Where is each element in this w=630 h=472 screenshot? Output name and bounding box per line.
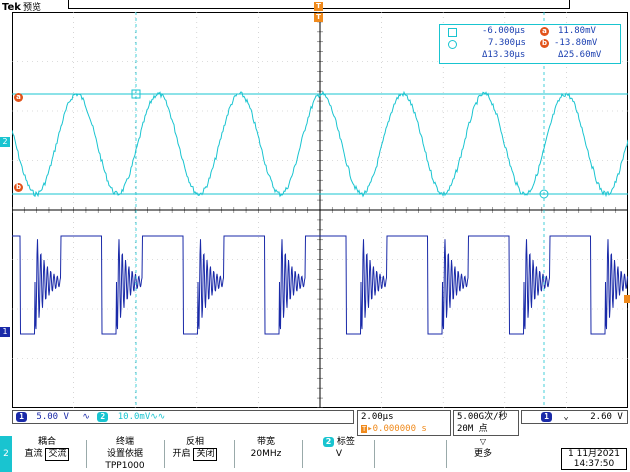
cursor-delta-time: Δ13.30µs xyxy=(482,50,526,60)
trigger-time-marker[interactable]: T xyxy=(314,13,323,22)
trigger-level: 2.60 V xyxy=(590,412,623,422)
menu-divider xyxy=(446,440,447,468)
channel-scale-readout[interactable]: 1 5.00 V ∿ 2 10.0mV∿∿ xyxy=(12,410,354,424)
ch1-ground-marker[interactable]: 1 xyxy=(0,327,10,337)
more-menu-button[interactable]: ▽ 更多 xyxy=(448,436,518,472)
ch1-badge: 1 xyxy=(16,411,27,422)
termination-title: 终端 xyxy=(115,437,134,447)
sample-rate: 5.00G次/秒 xyxy=(457,412,508,422)
cursor-delta-voltage: Δ25.60mV xyxy=(558,50,602,60)
menu-channel-tab[interactable]: 2 xyxy=(0,436,12,472)
coupling-title: 耦合 xyxy=(37,437,56,447)
coupling-dc-option[interactable]: 直流 xyxy=(25,449,43,459)
termination-value: TPP1000 xyxy=(105,461,145,471)
cursor-readout-panel: -6.000µs a 11.80mV 7.300µs b -13.80mV Δ1… xyxy=(439,24,621,64)
trigger-source-badge: 1 xyxy=(541,411,552,422)
label-title: 标签 xyxy=(336,437,355,447)
timebase-scale: 2.00µs xyxy=(361,412,394,422)
cursor-b-voltage: -13.80mV xyxy=(554,38,598,48)
cursor-b-time: 7.300µs xyxy=(488,38,526,48)
ch1-scale: 5.00 V xyxy=(36,412,69,422)
cursor-a-volt-icon: a xyxy=(540,27,549,36)
cursor-b-volt-icon: b xyxy=(540,39,549,48)
cursor-b-marker[interactable]: b xyxy=(14,183,23,192)
termination-menu-button[interactable]: 终端 设置依据 TPP1000 xyxy=(90,436,160,472)
cursor-a-time: -6.000µs xyxy=(482,26,526,36)
waveform-graticule xyxy=(12,12,628,408)
coupling-menu-button[interactable]: 耦合 直流 交流 xyxy=(14,436,80,472)
label-channel-badge: 2 xyxy=(323,436,335,447)
trigger-level-marker[interactable] xyxy=(624,295,630,303)
menu-divider xyxy=(86,440,87,468)
menu-divider xyxy=(234,440,235,468)
date-label: 1 11月2021 xyxy=(568,449,620,459)
ch2-badge: 2 xyxy=(97,411,109,422)
termination-subtitle: 设置依据 xyxy=(106,449,143,459)
cursor-a-voltage: 11.80mV xyxy=(558,26,596,36)
more-title: 更多 xyxy=(473,449,492,459)
cursor-a-marker[interactable]: a xyxy=(14,93,23,102)
ch1-bw-limit-icon: ∿ xyxy=(82,412,90,422)
cursor-b-circle-icon xyxy=(448,40,457,49)
ch2-bw-limit-icon: ∿∿ xyxy=(150,412,166,422)
date-time-display: 1 11月2021 14:37:50 xyxy=(561,448,627,470)
trigger-position-marker[interactable]: T xyxy=(314,2,323,11)
coupling-ac-option[interactable]: 交流 xyxy=(45,448,70,461)
bandwidth-menu-button[interactable]: 带宽 20MHz xyxy=(236,436,296,472)
trigger-offset: ▸0.000000 s xyxy=(367,424,427,434)
label-menu-button[interactable]: 2 标签 V xyxy=(304,436,374,472)
time-label: 14:37:50 xyxy=(573,459,615,469)
trigger-slope-icon: ⌄ xyxy=(563,412,569,422)
acquisition-readout[interactable]: 5.00G次/秒 20M 点 xyxy=(453,410,519,436)
ch2-scale: 10.0mV xyxy=(117,412,151,422)
record-length: 20M 点 xyxy=(457,424,488,434)
invert-off-option[interactable]: 关闭 xyxy=(193,448,218,461)
invert-on-option[interactable]: 开启 xyxy=(173,449,191,459)
bandwidth-value: 20MHz xyxy=(250,449,282,459)
invert-menu-button[interactable]: 反相 开启 关闭 xyxy=(160,436,230,472)
ch2-ground-marker[interactable]: 2 xyxy=(0,137,10,147)
cursor-a-square-icon xyxy=(448,28,457,37)
label-value: V xyxy=(335,449,343,459)
menu-divider xyxy=(374,440,375,468)
bandwidth-title: 带宽 xyxy=(256,437,275,447)
more-arrow-icon: ▽ xyxy=(479,437,487,446)
timebase-readout[interactable]: 2.00µs T▸0.000000 s xyxy=(357,410,451,436)
trigger-readout[interactable]: 1 ⌄ 2.60 V xyxy=(521,410,628,424)
menu-divider xyxy=(302,440,303,468)
invert-title: 反相 xyxy=(185,437,204,447)
